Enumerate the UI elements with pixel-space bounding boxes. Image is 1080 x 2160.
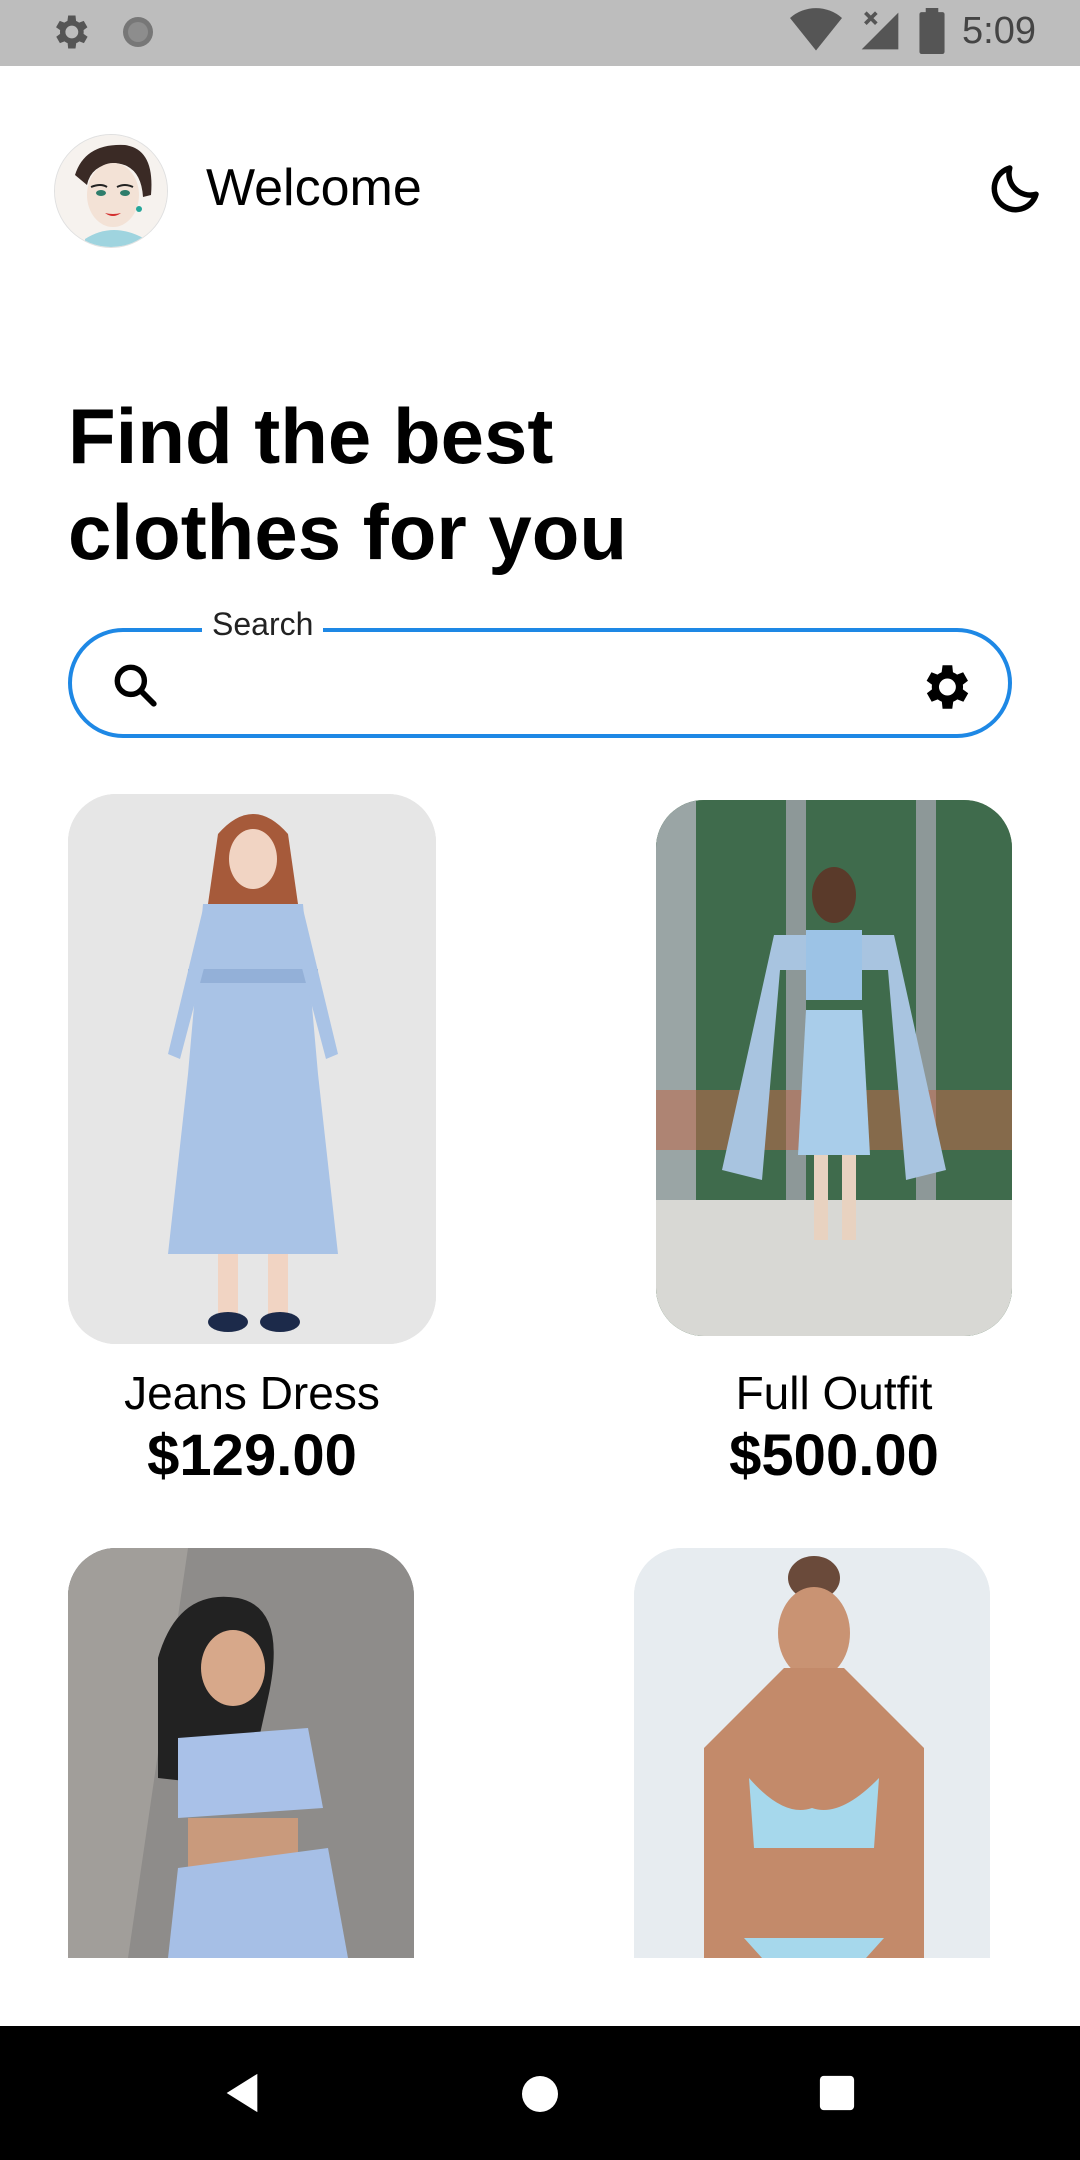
product-image[interactable] xyxy=(656,800,1012,1336)
product-name: Full Outfit xyxy=(735,1367,933,1419)
bikini-illustration xyxy=(634,1548,990,1958)
search-field[interactable]: Search xyxy=(68,606,1012,738)
welcome-title: Welcome xyxy=(206,159,422,217)
page-headline: Find the best clothes for you xyxy=(68,388,768,580)
headline-line-2: clothes for you xyxy=(68,488,628,576)
dress-illustration xyxy=(68,794,436,1344)
crop-top-illustration xyxy=(68,1548,414,1958)
headline-line-1: Find the best xyxy=(68,392,554,480)
product-price: $129.00 xyxy=(147,1423,357,1488)
product-card[interactable]: Full Outfit $500.00 xyxy=(656,800,1012,1500)
product-image[interactable] xyxy=(68,1548,414,1958)
avatar[interactable] xyxy=(54,134,168,248)
status-bar: 5:09 xyxy=(0,0,1080,66)
settings-filter-icon[interactable] xyxy=(916,658,974,716)
circle-icon xyxy=(123,17,153,47)
status-time: 5:09 xyxy=(962,9,1036,52)
search-label: Search xyxy=(202,606,324,643)
product-image[interactable] xyxy=(634,1548,990,1958)
moon-icon[interactable] xyxy=(986,158,1046,218)
product-price: $500.00 xyxy=(729,1423,939,1488)
product-card[interactable] xyxy=(68,1548,414,1958)
avatar-illustration xyxy=(55,135,167,247)
settings-icon xyxy=(56,15,88,49)
product-image[interactable] xyxy=(68,794,436,1344)
product-name: Jeans Dress xyxy=(124,1367,380,1419)
product-card[interactable]: Jeans Dress $129.00 xyxy=(68,794,436,1494)
product-card[interactable] xyxy=(634,1548,990,1958)
system-nav-bar xyxy=(0,2026,1080,2160)
home-icon[interactable] xyxy=(520,2074,560,2114)
outfit-illustration xyxy=(656,800,1012,1336)
back-icon[interactable] xyxy=(222,2070,262,2116)
signal-icon xyxy=(861,11,899,50)
wifi-icon xyxy=(790,8,843,51)
battery-icon xyxy=(919,8,945,54)
search-input[interactable] xyxy=(172,654,866,714)
recents-icon[interactable] xyxy=(818,2074,856,2112)
search-icon[interactable] xyxy=(110,660,160,710)
